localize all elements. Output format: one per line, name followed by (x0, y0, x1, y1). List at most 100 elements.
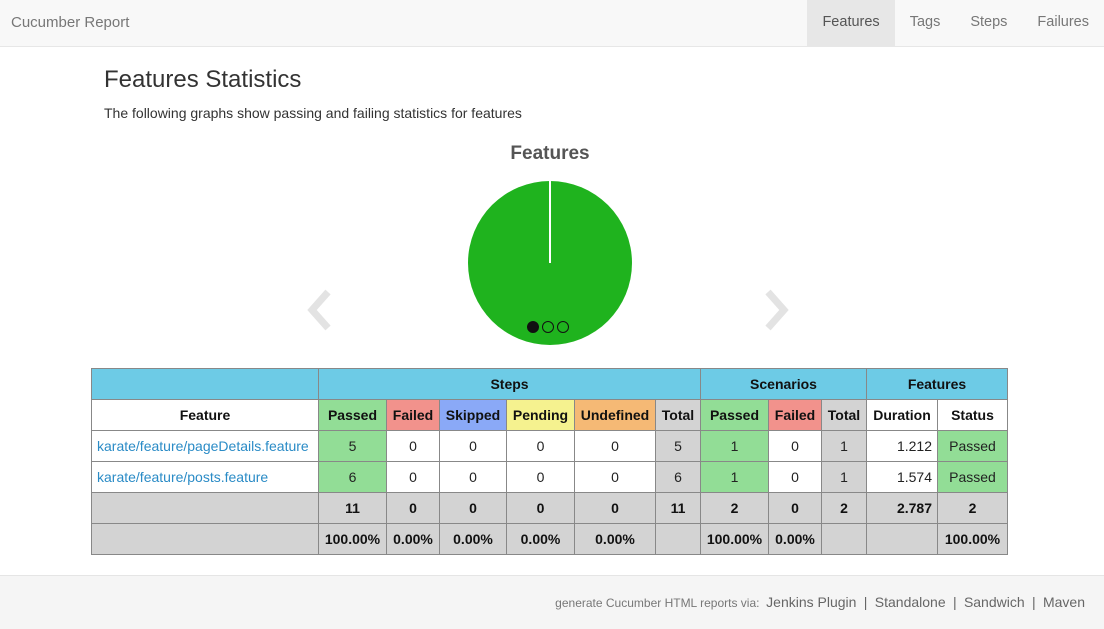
col-scenarios-failed[interactable]: Failed (768, 399, 822, 431)
tab-tags[interactable]: Tags (895, 0, 956, 46)
scenarios-passed-cell: 1 (700, 430, 769, 462)
status-cell: Passed (937, 430, 1008, 462)
steps-passed-cell: 6 (318, 461, 387, 493)
col-steps-failed[interactable]: Failed (386, 399, 440, 431)
steps-failed-cell: 0 (386, 461, 440, 493)
steps-skipped-cell: 0 (439, 461, 507, 493)
pct-scenarios-passed: 100.00% (700, 523, 769, 555)
percentages-label-cell (91, 523, 319, 555)
total-duration: 2.787 (866, 492, 938, 524)
total-steps-failed: 0 (386, 492, 440, 524)
feature-cell: karate/feature/pageDetails.feature (91, 430, 319, 462)
col-feature[interactable]: Feature (91, 399, 319, 431)
tab-failures[interactable]: Failures (1022, 0, 1104, 46)
scenarios-total-cell: 1 (821, 461, 867, 493)
scenarios-failed-cell: 0 (768, 430, 822, 462)
footer-link-jenkins-plugin[interactable]: Jenkins Plugin (766, 594, 856, 610)
status-cell: Passed (937, 461, 1008, 493)
footer-prefix: generate Cucumber HTML reports via: (555, 596, 760, 610)
footer-separator: | (1031, 594, 1036, 610)
group-scenarios: Scenarios (700, 368, 867, 400)
steps-undefined-cell: 0 (574, 461, 656, 493)
group-empty-cell (91, 368, 319, 400)
duration-cell: 1.212 (866, 430, 938, 462)
footer: generate Cucumber HTML reports via: Jenk… (0, 575, 1104, 629)
totals-row: 11 0 0 0 0 11 2 0 2 2.787 2 (91, 492, 1008, 524)
chart-title: Features (510, 143, 590, 164)
percentages-row: 100.00% 0.00% 0.00% 0.00% 0.00% 100.00% … (91, 523, 1008, 555)
scenarios-total-cell: 1 (821, 430, 867, 462)
nav-tabs: Features Tags Steps Failures (807, 0, 1104, 46)
steps-passed-cell: 5 (318, 430, 387, 462)
total-steps-skipped: 0 (439, 492, 507, 524)
col-steps-skipped[interactable]: Skipped (439, 399, 507, 431)
group-steps: Steps (318, 368, 701, 400)
group-header-row: Steps Scenarios Features (91, 368, 1008, 400)
chart-carousel: Features (300, 140, 800, 355)
steps-total-cell: 5 (655, 430, 701, 462)
total-steps-total: 11 (655, 492, 701, 524)
group-features: Features (866, 368, 1008, 400)
carousel-prev-arrow-icon[interactable] (306, 288, 336, 332)
carousel-next-arrow-icon[interactable] (760, 288, 790, 332)
steps-pending-cell: 0 (506, 430, 575, 462)
scenarios-passed-cell: 1 (700, 461, 769, 493)
brand-title[interactable]: Cucumber Report (11, 14, 129, 31)
tab-features[interactable]: Features (807, 0, 895, 46)
feature-link[interactable]: karate/feature/pageDetails.feature (97, 438, 309, 454)
steps-skipped-cell: 0 (439, 430, 507, 462)
col-steps-pending[interactable]: Pending (506, 399, 575, 431)
scenarios-failed-cell: 0 (768, 461, 822, 493)
pct-duration (866, 523, 938, 555)
carousel-indicator-2[interactable] (542, 321, 554, 333)
pct-steps-skipped: 0.00% (439, 523, 507, 555)
col-duration[interactable]: Duration (866, 399, 938, 431)
tab-steps[interactable]: Steps (955, 0, 1022, 46)
col-status[interactable]: Status (937, 399, 1008, 431)
pct-steps-pending: 0.00% (506, 523, 575, 555)
steps-total-cell: 6 (655, 461, 701, 493)
pct-steps-passed: 100.00% (318, 523, 387, 555)
total-steps-pending: 0 (506, 492, 575, 524)
pct-scenarios-failed: 0.00% (768, 523, 822, 555)
steps-pending-cell: 0 (506, 461, 575, 493)
total-scenarios-passed: 2 (700, 492, 769, 524)
column-header-row: Feature Passed Failed Skipped Pending Un… (91, 399, 1008, 431)
duration-cell: 1.574 (866, 461, 938, 493)
top-navbar: Cucumber Report Features Tags Steps Fail… (0, 0, 1104, 47)
carousel-indicator-3[interactable] (557, 321, 569, 333)
steps-undefined-cell: 0 (574, 430, 656, 462)
col-scenarios-total[interactable]: Total (821, 399, 867, 431)
col-steps-undefined[interactable]: Undefined (574, 399, 656, 431)
col-steps-passed[interactable]: Passed (318, 399, 387, 431)
page-description: The following graphs show passing and fa… (104, 105, 522, 121)
table-row: karate/feature/posts.feature 6 0 0 0 0 6… (91, 461, 1008, 493)
footer-link-standalone[interactable]: Standalone (875, 594, 946, 610)
footer-separator: | (952, 594, 957, 610)
table-row: karate/feature/pageDetails.feature 5 0 0… (91, 430, 1008, 462)
pct-steps-undefined: 0.00% (574, 523, 656, 555)
footer-link-maven[interactable]: Maven (1043, 594, 1085, 610)
page-title: Features Statistics (104, 66, 302, 93)
footer-content: generate Cucumber HTML reports via: Jenk… (555, 594, 1085, 610)
pct-steps-failed: 0.00% (386, 523, 440, 555)
total-status: 2 (937, 492, 1008, 524)
total-scenarios-failed: 0 (768, 492, 822, 524)
features-stats-table: Steps Scenarios Features Feature Passed … (91, 368, 1008, 555)
footer-link-sandwich[interactable]: Sandwich (964, 594, 1025, 610)
footer-separator: | (863, 594, 868, 610)
total-steps-undefined: 0 (574, 492, 656, 524)
totals-label-cell (91, 492, 319, 524)
pct-steps-total (655, 523, 701, 555)
feature-cell: karate/feature/posts.feature (91, 461, 319, 493)
col-steps-total[interactable]: Total (655, 399, 701, 431)
col-scenarios-passed[interactable]: Passed (700, 399, 769, 431)
carousel-indicators (527, 321, 569, 333)
total-scenarios-total: 2 (821, 492, 867, 524)
steps-failed-cell: 0 (386, 430, 440, 462)
carousel-indicator-1[interactable] (527, 321, 539, 333)
feature-link[interactable]: karate/feature/posts.feature (97, 469, 268, 485)
pct-scenarios-total (821, 523, 867, 555)
total-steps-passed: 11 (318, 492, 387, 524)
pct-status: 100.00% (937, 523, 1008, 555)
